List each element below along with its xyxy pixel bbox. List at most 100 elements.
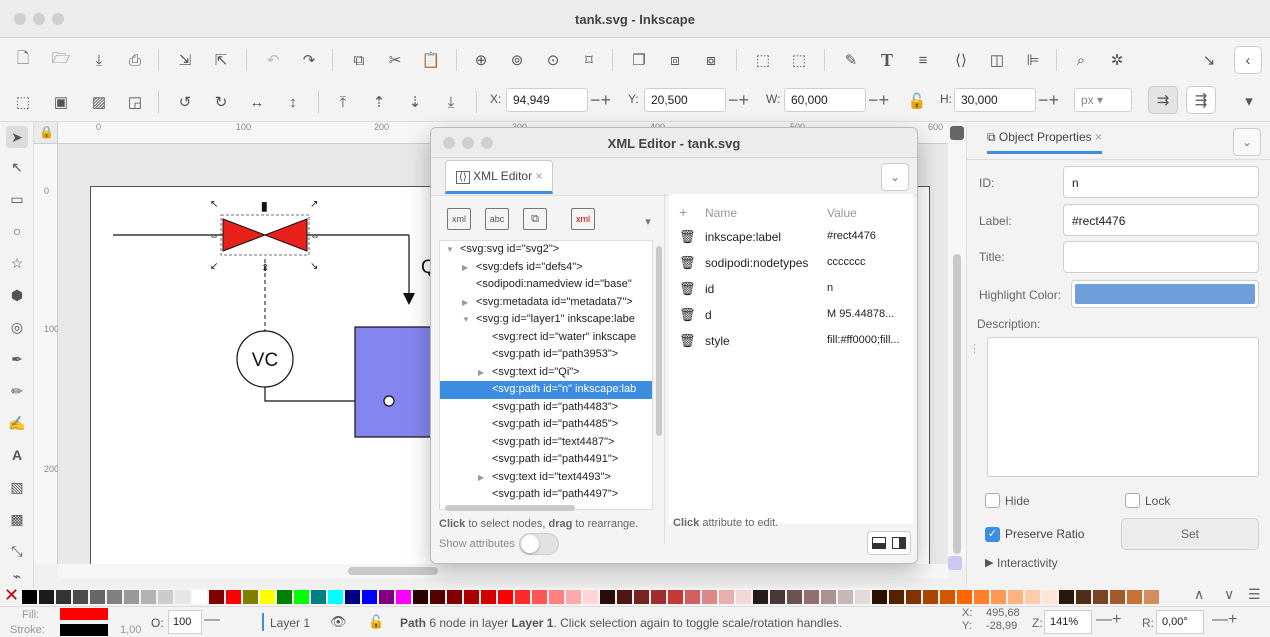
palette-swatch[interactable]: [804, 590, 819, 604]
level-sensor[interactable]: [383, 395, 395, 407]
zoom-page-width-icon[interactable]: ⌑: [578, 49, 600, 71]
objects-icon[interactable]: ◫: [986, 49, 1008, 71]
selector-tool-icon[interactable]: ➤: [6, 126, 28, 148]
xml-tree-node[interactable]: <sodipodi:namedview id="base": [440, 276, 652, 294]
pencil-tool-icon[interactable]: ✏: [6, 380, 28, 402]
attribute-row[interactable]: 🗑 id n: [669, 276, 913, 302]
rotate-ccw-icon[interactable]: ↺: [174, 91, 196, 113]
select-all-icon[interactable]: ⬚: [12, 91, 34, 113]
palette-swatch[interactable]: [617, 590, 632, 604]
gradient-tool-icon[interactable]: ▧: [6, 476, 28, 498]
xml-tree-node[interactable]: <svg:path id="n" inkscape:lab: [440, 381, 652, 399]
attribute-value[interactable]: #rect4476: [827, 230, 876, 242]
layout-horizontal-icon[interactable]: [872, 537, 886, 549]
scale-stroke-toggle[interactable]: ⇉: [1148, 86, 1178, 114]
cut-icon[interactable]: ✂: [384, 49, 406, 71]
horizontal-scroll-thumb[interactable]: [348, 567, 438, 575]
add-attribute-icon[interactable]: +: [679, 204, 687, 220]
tree-hscroll-thumb[interactable]: [445, 505, 575, 511]
flow-arrow[interactable]: [403, 293, 415, 305]
zoom-stepper[interactable]: —+: [1096, 611, 1121, 629]
export-icon[interactable]: ⇱: [210, 49, 232, 71]
interactivity-expander-icon[interactable]: ▶: [985, 556, 993, 569]
copy-icon[interactable]: ⧉: [348, 49, 370, 71]
valve-right[interactable]: [263, 218, 308, 252]
palette-swatch[interactable]: [1127, 590, 1142, 604]
xml-tree-node[interactable]: ▶ <svg:text id="text4493">: [440, 469, 652, 487]
interactivity-label[interactable]: Interactivity: [997, 556, 1058, 570]
star-tool-icon[interactable]: ☆: [6, 252, 28, 274]
attribute-value[interactable]: M 95.44878...: [827, 308, 894, 320]
palette-swatch[interactable]: [73, 590, 88, 604]
attribute-row[interactable]: 🗑 d M 95.44878...: [669, 302, 913, 328]
rotation-field[interactable]: 0,00°: [1156, 610, 1204, 634]
preferences-icon[interactable]: ✲: [1106, 49, 1128, 71]
w-field[interactable]: 60,000: [784, 88, 866, 112]
palette-swatch[interactable]: [464, 590, 479, 604]
vertical-scroll-thumb[interactable]: [953, 254, 961, 554]
save-icon[interactable]: ⤓: [88, 49, 110, 71]
palette-swatch[interactable]: [702, 590, 717, 604]
palette-swatch[interactable]: [362, 590, 377, 604]
open-file-icon[interactable]: 🗁: [50, 49, 72, 71]
delete-attribute-icon[interactable]: 🗑: [679, 229, 696, 245]
palette-swatch[interactable]: [872, 590, 887, 604]
xml-tree-node[interactable]: ▶ <svg:metadata id="metadata7">: [440, 294, 652, 312]
hide-checkbox[interactable]: [985, 493, 1000, 508]
palette-swatch[interactable]: [277, 590, 292, 604]
ungroup-icon[interactable]: ⬚: [788, 49, 810, 71]
palette-swatch[interactable]: [124, 590, 139, 604]
xml-editor-icon[interactable]: ⟨⟩: [950, 49, 972, 71]
xml-tree-node[interactable]: <svg:path id="path4485">: [440, 416, 652, 434]
palette-swatch[interactable]: [838, 590, 853, 604]
dropper-tool-icon[interactable]: ⤡: [6, 540, 28, 562]
palette-swatch[interactable]: [821, 590, 836, 604]
paint-bucket-tool-icon[interactable]: ⌁: [6, 568, 28, 584]
tab-object-properties[interactable]: ⧉ Object Properties ×: [987, 130, 1102, 154]
tree-hscrollbar[interactable]: [439, 502, 653, 512]
palette-swatch[interactable]: [549, 590, 564, 604]
palette-swatch[interactable]: [566, 590, 581, 604]
text-tool-icon[interactable]: A: [6, 444, 28, 466]
expanded-arrow-icon[interactable]: ▼: [446, 241, 460, 259]
chevron-left-icon[interactable]: ‹: [1234, 46, 1262, 74]
palette-swatch[interactable]: [22, 590, 37, 604]
palette-swatch[interactable]: [39, 590, 54, 604]
show-attributes-toggle[interactable]: [519, 533, 559, 555]
palette-swatch[interactable]: [90, 590, 105, 604]
chevron-down-icon[interactable]: ⌄: [881, 163, 909, 191]
xml-tree-node[interactable]: ▼ <svg:svg id="svg2">: [440, 241, 652, 259]
transform-toggle[interactable]: ⇶: [1186, 86, 1216, 114]
scale-handle-e[interactable]: ⇔: [310, 231, 320, 242]
set-button[interactable]: Set: [1121, 518, 1259, 550]
valve-actuator-icon[interactable]: ▮: [261, 199, 268, 213]
collapsed-arrow-icon[interactable]: ▶: [462, 294, 476, 312]
palette-scroll-up-icon[interactable]: ∧: [1194, 586, 1204, 603]
h-stepper[interactable]: −+: [1038, 90, 1059, 111]
palette-swatch[interactable]: [294, 590, 309, 604]
palette-swatch[interactable]: [1008, 590, 1023, 604]
vertical-scrollbar[interactable]: [948, 144, 966, 564]
scale-handle-nw[interactable]: ↖: [210, 199, 218, 210]
palette-swatch[interactable]: [260, 590, 275, 604]
attribute-value[interactable]: ccccccc: [827, 256, 866, 268]
new-document-icon[interactable]: 🗋: [12, 49, 34, 71]
scale-handle-ne[interactable]: ↗: [310, 199, 318, 210]
palette-swatch[interactable]: [753, 590, 768, 604]
xml-tree-node[interactable]: ▶ <svg:text id="Qi">: [440, 364, 652, 382]
collapsed-arrow-icon[interactable]: ▶: [478, 469, 492, 487]
stroke-indicator[interactable]: [60, 624, 108, 636]
mesh-tool-icon[interactable]: ▩: [6, 508, 28, 530]
node-tool-icon[interactable]: ↖: [6, 156, 28, 178]
xml-node-tree[interactable]: ▼ <svg:svg id="svg2"> ▶ <svg:defs id="defs4…: [439, 240, 653, 510]
palette-swatch[interactable]: [770, 590, 785, 604]
palette-scroll-down-icon[interactable]: ∨: [1224, 586, 1234, 603]
label-field[interactable]: #rect4476: [1063, 204, 1259, 236]
xml-tree-node[interactable]: ▼ <svg:g id="layer1" inkscape:labe: [440, 311, 652, 329]
close-tab-icon[interactable]: ×: [1095, 130, 1102, 144]
find-icon[interactable]: ⌕: [1070, 49, 1092, 71]
scale-handle-sw[interactable]: ↙: [210, 261, 218, 272]
palette-swatch[interactable]: [430, 590, 445, 604]
palette-swatch[interactable]: [1025, 590, 1040, 604]
3d-box-tool-icon[interactable]: ⬢: [6, 284, 28, 306]
